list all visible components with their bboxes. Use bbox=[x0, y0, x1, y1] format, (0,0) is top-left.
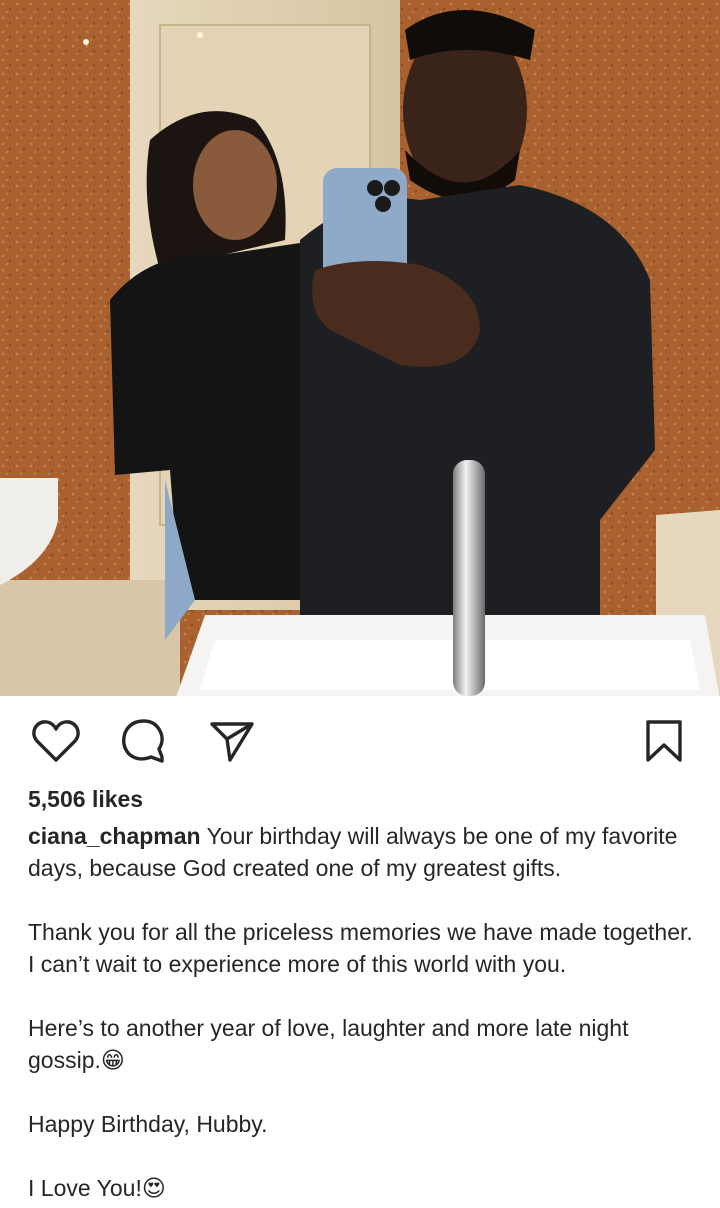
share-button[interactable] bbox=[207, 716, 257, 766]
caption-paragraph-4: Happy Birthday, Hubby. bbox=[28, 1111, 268, 1137]
post-photo-illustration bbox=[0, 0, 720, 696]
save-button[interactable] bbox=[639, 716, 689, 766]
paper-plane-icon bbox=[210, 722, 254, 762]
caption-paragraph-3: Here’s to another year of love, laughter… bbox=[28, 1015, 629, 1073]
heart-icon bbox=[32, 720, 80, 762]
comment-button[interactable] bbox=[119, 716, 169, 766]
post-caption: ciana_chapman Your birthday will always … bbox=[28, 820, 698, 1204]
post-photo[interactable] bbox=[0, 0, 720, 696]
post-action-bar bbox=[0, 696, 720, 786]
likes-count[interactable]: 5,506 likes bbox=[28, 786, 143, 813]
bookmark-icon bbox=[646, 720, 682, 762]
caption-paragraph: ciana_chapman Your birthday will always … bbox=[28, 820, 698, 884]
caption-paragraph-2: Thank you for all the priceless memories… bbox=[28, 919, 693, 977]
like-button[interactable] bbox=[31, 716, 81, 766]
username-link[interactable]: ciana_chapman bbox=[28, 823, 201, 849]
caption-paragraph-5: I Love You!😍 bbox=[28, 1175, 166, 1201]
comment-icon bbox=[121, 719, 164, 763]
